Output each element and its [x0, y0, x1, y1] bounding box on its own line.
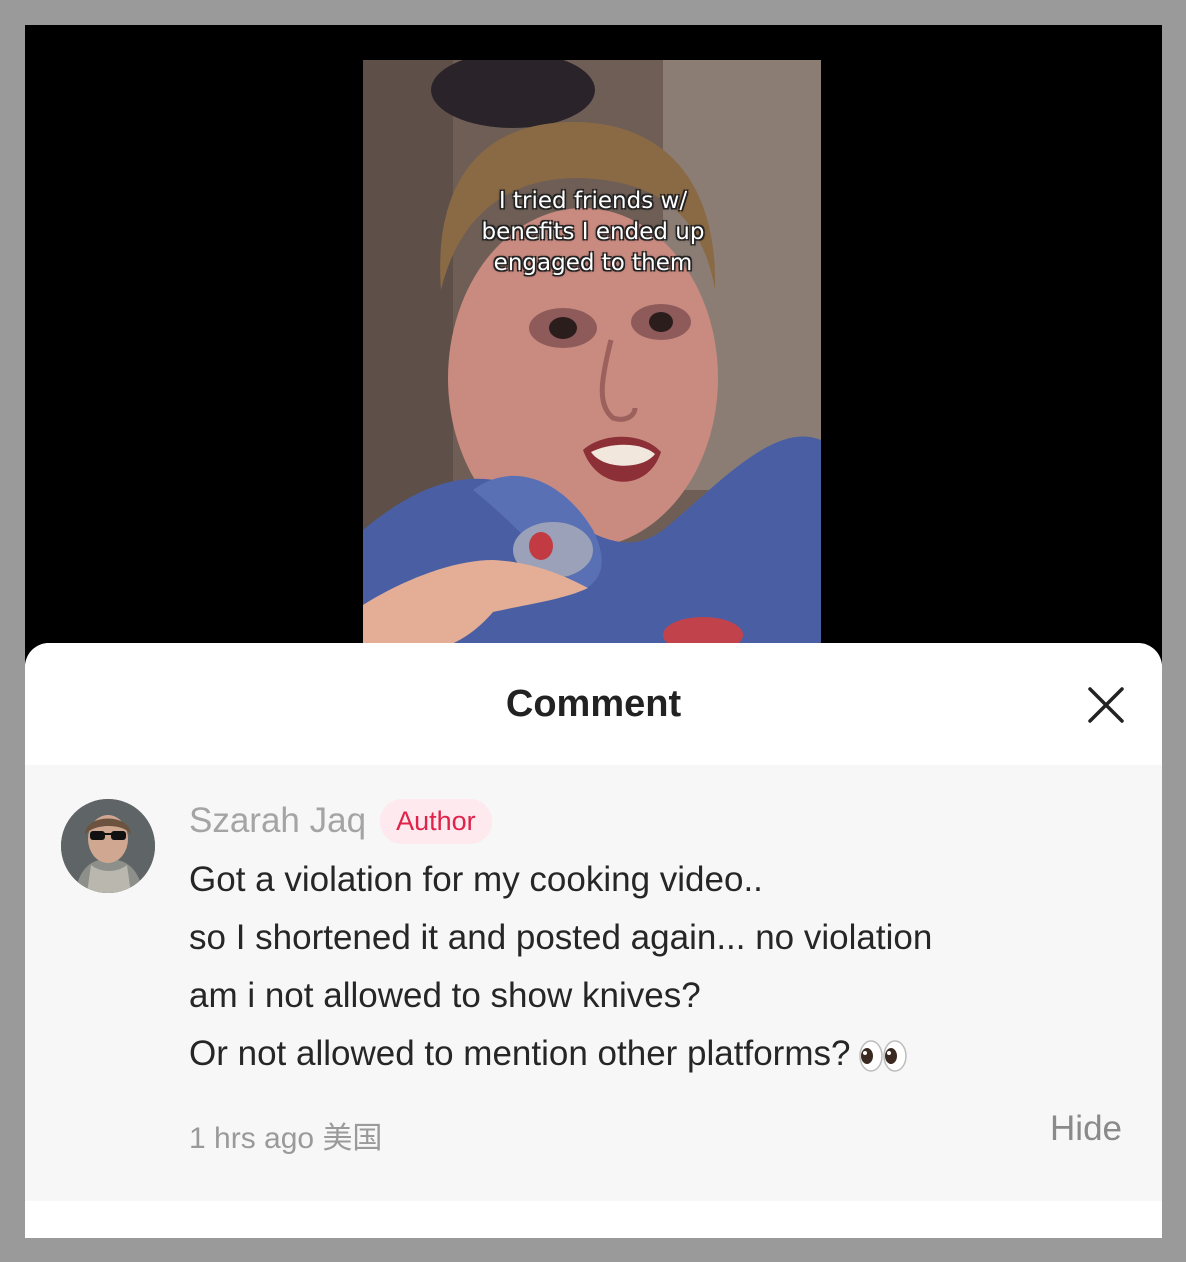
avatar-image — [61, 799, 155, 893]
comment-line-text: Or not allowed to mention other platform… — [189, 1034, 851, 1073]
comment-item: Szarah Jaq Author Got a violation for my… — [25, 765, 1162, 1201]
close-button[interactable] — [1086, 685, 1126, 725]
eyes-emoji-icon — [859, 1040, 908, 1072]
avatar[interactable] — [61, 799, 155, 893]
sheet-header: Comment — [25, 643, 1162, 765]
comment-time: 1 hrs ago — [189, 1122, 315, 1155]
author-badge: Author — [380, 798, 492, 844]
comment-line-last: Or not allowed to mention other platform… — [189, 1025, 1132, 1083]
video-frame-illustration — [363, 60, 821, 660]
video-thumbnail[interactable]: I tried friends w/ benefits I ended up e… — [363, 60, 821, 660]
comment-sheet: Comment Szarah Jaq Author Got a violatio… — [25, 643, 1162, 1238]
sheet-title: Comment — [505, 683, 682, 725]
comment-text: Got a violation for my cooking video.. s… — [189, 851, 1132, 1083]
comment-meta: 1 hrs ago 美国 — [189, 1113, 382, 1157]
app-frame: I tried friends w/ benefits I ended up e… — [25, 25, 1162, 1238]
comment-line: Got a violation for my cooking video.. — [189, 860, 763, 899]
author-row: Szarah Jaq Author — [189, 797, 1132, 845]
author-name[interactable]: Szarah Jaq — [189, 801, 366, 841]
comment-body: Szarah Jaq Author Got a violation for my… — [189, 797, 1132, 1083]
comment-location: 美国 — [322, 1122, 383, 1155]
close-icon — [1088, 687, 1124, 723]
comment-line: am i not allowed to show knives? — [189, 976, 701, 1015]
video-caption-overlay: I tried friends w/ benefits I ended up e… — [481, 188, 705, 276]
hide-button[interactable]: Hide — [1050, 1109, 1122, 1149]
comment-line: so I shortened it and posted again... no… — [189, 918, 933, 957]
